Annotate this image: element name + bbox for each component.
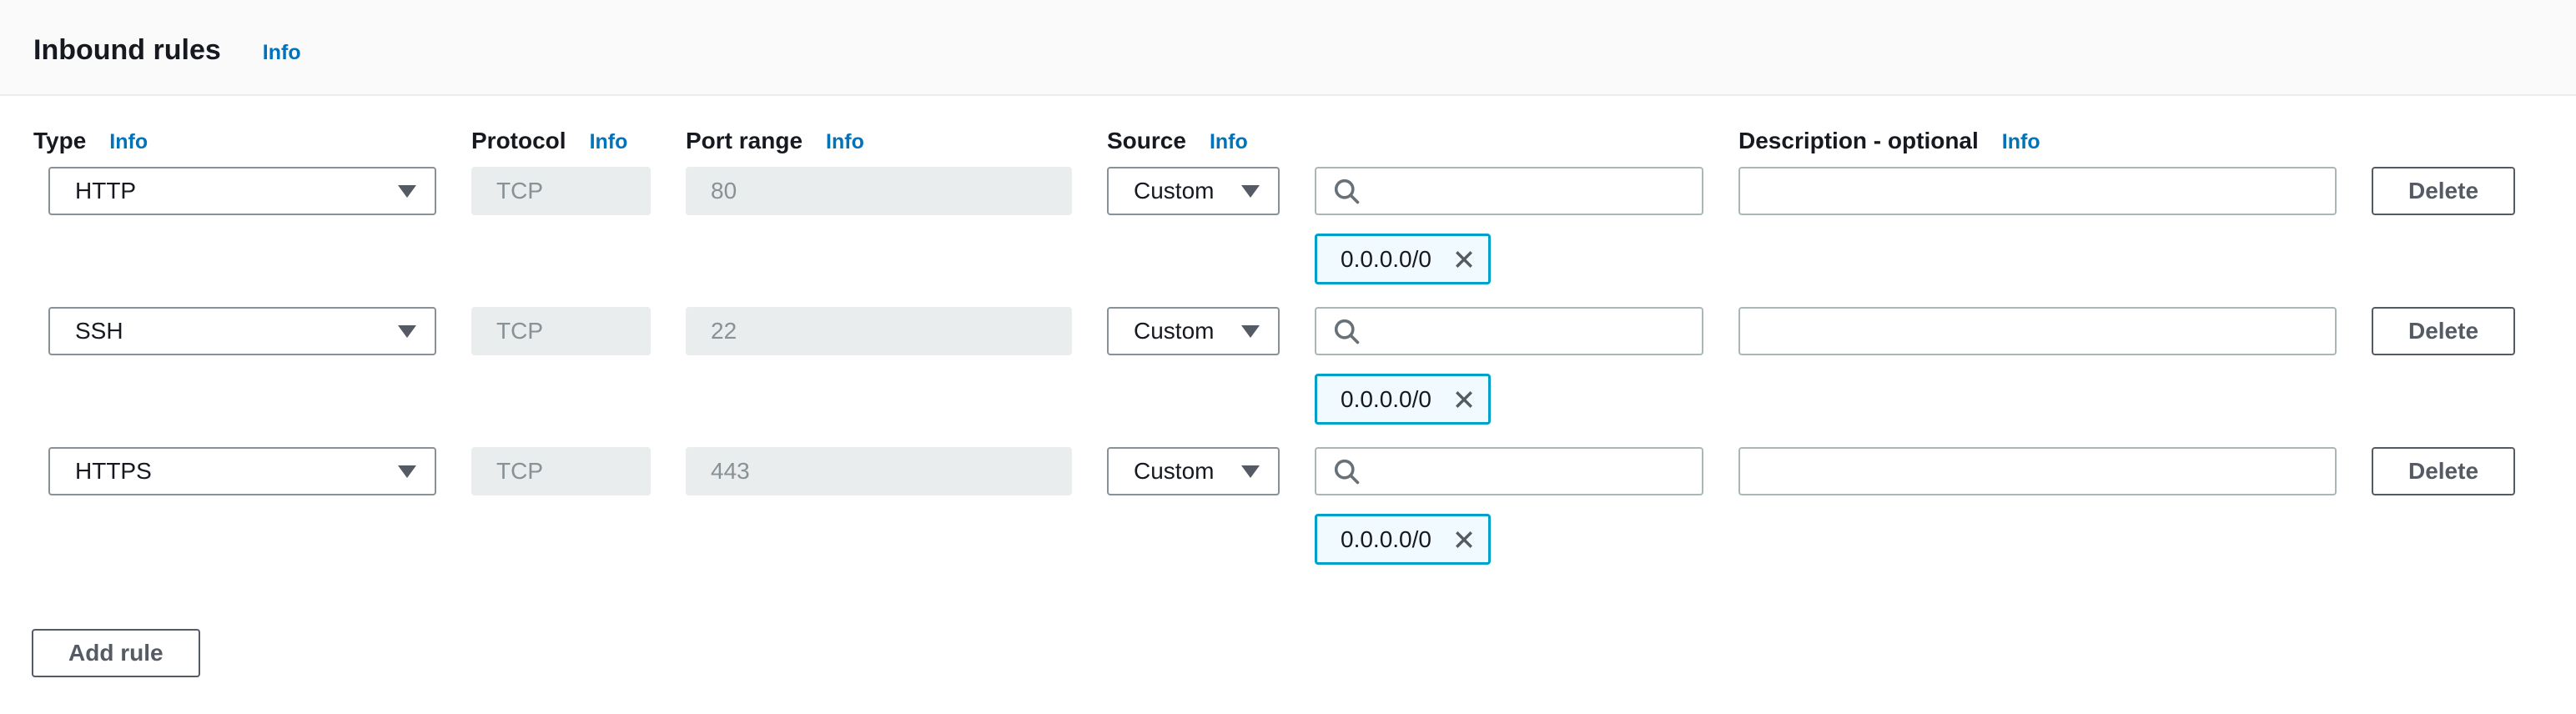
caret-down-icon xyxy=(1241,465,1260,478)
delete-rule-button[interactable]: Delete xyxy=(2372,447,2515,495)
protocol-field-value: TCP xyxy=(496,178,543,204)
source-token-value: 0.0.0.0/0 xyxy=(1341,526,1431,553)
source-token: 0.0.0.0/0 xyxy=(1315,234,1491,284)
protocol-field: TCP xyxy=(471,307,651,355)
description-info-link[interactable]: Info xyxy=(2002,130,2040,154)
type-info-link[interactable]: Info xyxy=(109,130,148,154)
port-range-info-link[interactable]: Info xyxy=(826,130,864,154)
source-token-value: 0.0.0.0/0 xyxy=(1341,386,1431,413)
source-search xyxy=(1315,167,1703,215)
dismiss-icon[interactable] xyxy=(1452,387,1477,412)
caret-down-icon xyxy=(1241,325,1260,338)
protocol-info-link[interactable]: Info xyxy=(590,130,628,154)
inbound-rule-row: HTTPS TCP 443 Custom Delete 0.0.0.0/0 xyxy=(48,447,2576,565)
description-input[interactable] xyxy=(1738,447,2337,495)
section-title: Inbound rules xyxy=(33,35,221,65)
source-type-select[interactable]: Custom xyxy=(1107,307,1280,355)
description-input[interactable] xyxy=(1738,167,2337,215)
port-range-field: 22 xyxy=(686,307,1072,355)
protocol-field-value: TCP xyxy=(496,458,543,485)
source-type-select-value: Custom xyxy=(1134,178,1214,204)
delete-rule-button[interactable]: Delete xyxy=(2372,167,2515,215)
caret-down-icon xyxy=(398,185,416,198)
add-rule-button[interactable]: Add rule xyxy=(32,629,200,677)
source-type-select[interactable]: Custom xyxy=(1107,447,1280,495)
inbound-rule-row: SSH TCP 22 Custom Delete 0.0.0.0/0 xyxy=(48,307,2576,425)
source-token: 0.0.0.0/0 xyxy=(1315,514,1491,565)
protocol-field-value: TCP xyxy=(496,318,543,344)
delete-rule-button[interactable]: Delete xyxy=(2372,307,2515,355)
source-type-select[interactable]: Custom xyxy=(1107,167,1280,215)
inbound-rules-header: Inbound rules Info xyxy=(0,0,2576,96)
source-column-label: Source xyxy=(1107,128,1186,154)
type-select-value: SSH xyxy=(75,318,123,344)
column-header-protocol: Protocol Info xyxy=(471,128,651,154)
port-range-field: 443 xyxy=(686,447,1072,495)
port-range-field-value: 443 xyxy=(711,458,750,485)
caret-down-icon xyxy=(1241,185,1260,198)
dismiss-icon[interactable] xyxy=(1452,247,1477,272)
source-type-select-value: Custom xyxy=(1134,458,1214,485)
column-header-description: Description - optional Info xyxy=(1738,128,2337,154)
type-select[interactable]: SSH xyxy=(48,307,436,355)
source-type-select-value: Custom xyxy=(1134,318,1214,344)
type-select[interactable]: HTTP xyxy=(48,167,436,215)
column-header-type: Type Info xyxy=(33,128,421,154)
type-select-value: HTTP xyxy=(75,178,136,204)
port-range-field-value: 22 xyxy=(711,318,737,344)
column-header-source: Source Info xyxy=(1107,128,1280,154)
source-search-input[interactable] xyxy=(1315,167,1703,215)
description-column-label: Description - optional xyxy=(1738,128,1979,154)
source-search-input[interactable] xyxy=(1315,447,1703,495)
protocol-field: TCP xyxy=(471,447,651,495)
type-column-label: Type xyxy=(33,128,86,154)
source-token-cell: 0.0.0.0/0 xyxy=(1315,514,1491,565)
source-token-cell: 0.0.0.0/0 xyxy=(1315,234,1491,284)
inbound-rules-editor: Type Info Protocol Info Port range Info … xyxy=(0,128,2576,677)
caret-down-icon xyxy=(398,325,416,338)
description-input[interactable] xyxy=(1738,307,2337,355)
dismiss-icon[interactable] xyxy=(1452,527,1477,552)
port-range-field: 80 xyxy=(686,167,1072,215)
source-search xyxy=(1315,307,1703,355)
column-headers-row: Type Info Protocol Info Port range Info … xyxy=(48,128,2576,154)
source-search xyxy=(1315,447,1703,495)
port-range-field-value: 80 xyxy=(711,178,737,204)
caret-down-icon xyxy=(398,465,416,478)
protocol-field: TCP xyxy=(471,167,651,215)
source-token-cell: 0.0.0.0/0 xyxy=(1315,374,1491,425)
source-token-value: 0.0.0.0/0 xyxy=(1341,246,1431,273)
inbound-rule-row: HTTP TCP 80 Custom Delete 0.0.0.0/0 xyxy=(48,167,2576,284)
column-header-port-range: Port range Info xyxy=(686,128,1072,154)
source-token: 0.0.0.0/0 xyxy=(1315,374,1491,425)
source-search-input[interactable] xyxy=(1315,307,1703,355)
protocol-column-label: Protocol xyxy=(471,128,566,154)
port-range-column-label: Port range xyxy=(686,128,802,154)
type-select-value: HTTPS xyxy=(75,458,152,485)
source-info-link[interactable]: Info xyxy=(1210,130,1248,154)
type-select[interactable]: HTTPS xyxy=(48,447,436,495)
section-info-link[interactable]: Info xyxy=(263,41,301,65)
